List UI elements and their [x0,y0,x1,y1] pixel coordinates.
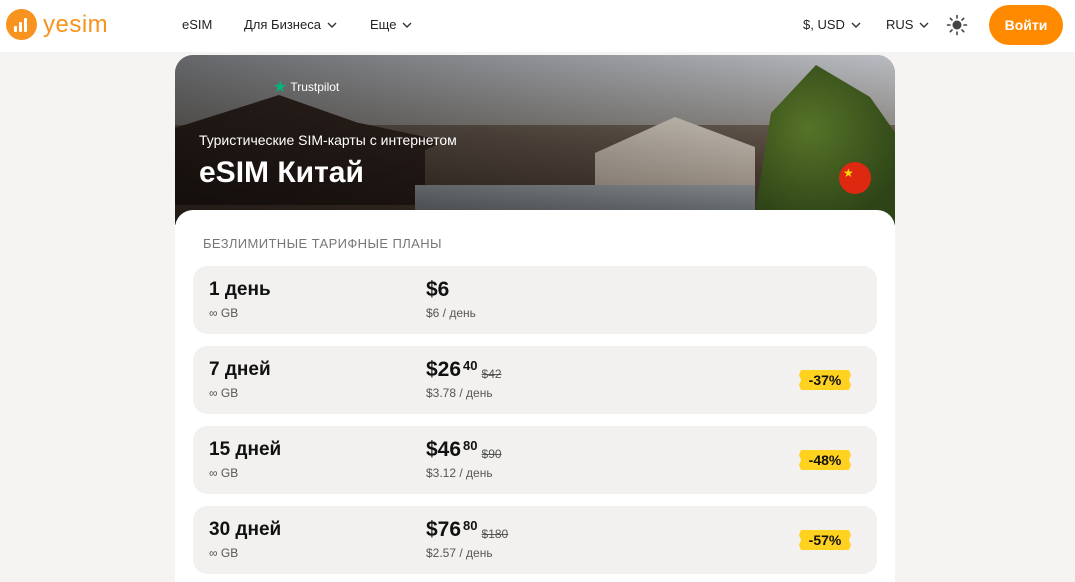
currency-selector[interactable]: $, USD [803,17,862,32]
yesim-logo[interactable]: yesim [6,9,108,40]
plan-data-amount: ∞ GB [209,466,239,480]
discount-badge: -48% [799,450,851,470]
theme-toggle-sun-icon[interactable] [946,14,968,36]
plan-name: 15 дней [209,439,282,460]
price-per-day: $3.78 / день [426,386,493,400]
price-per-day: $6 / день [426,306,476,320]
price-old: $90 [481,447,502,461]
chevron-down-icon [402,22,412,28]
plan-data-amount: ∞ GB [209,306,239,320]
chevron-down-icon [327,22,337,28]
price-per-day: $2.57 / день [426,546,493,560]
discount-badge: -37% [799,370,851,390]
logo-text: yesim [43,10,109,38]
price-cents: 80 [463,438,478,453]
price-main: $6 [426,278,450,301]
price-main: $46 [426,438,462,461]
plan-name: 1 день [209,279,271,300]
language-label: RUS [886,17,914,32]
logo-icon [6,9,37,40]
currency-label: $, USD [803,17,845,32]
plan-card-15-days[interactable]: 15 дней ∞ GB $46 80 $90 $3.12 / день -48… [193,426,877,494]
price-main: $76 [426,518,462,541]
chevron-down-icon [851,22,861,28]
trustpilot-label: Trustpilot [290,80,340,94]
nav-business[interactable]: Для Бизнеса [244,17,338,32]
plan-data-amount: ∞ GB [209,546,239,560]
page-title: eSIM Китай [199,156,364,189]
price-cents: 40 [463,358,478,373]
top-header: yesim eSIM Для Бизнеса Еще $, USD RUS Во… [0,0,1075,52]
language-selector[interactable]: RUS [886,17,930,32]
nav-business-label: Для Бизнеса [244,17,321,32]
plan-price: $46 80 $90 [426,438,502,462]
trustpilot-badge[interactable]: ★ Trustpilot [273,77,339,97]
plan-price: $26 40 $42 [426,358,502,382]
star-icon: ★ [273,79,288,96]
price-old: $180 [481,527,509,541]
price-old: $42 [481,367,502,381]
section-title: БЕЗЛИМИТНЫЕ ТАРИФНЫЕ ПЛАНЫ [203,236,442,251]
plan-data-amount: ∞ GB [209,386,239,400]
price-main: $26 [426,358,462,381]
plan-card-7-days[interactable]: 7 дней ∞ GB $26 40 $42 $3.78 / день -37% [193,346,877,414]
plan-price: $76 80 $180 [426,518,508,542]
nav-esim-label: eSIM [182,17,213,32]
plan-price: $6 [426,278,449,302]
price-cents: 80 [463,518,478,533]
hero-banner: ★ Trustpilot Туристические SIM-карты с и… [175,55,895,225]
plan-card-1-day[interactable]: 1 день ∞ GB $6 $6 / день [193,266,877,334]
login-button[interactable]: Войти [989,5,1063,45]
discount-badge: -57% [799,530,851,550]
plan-name: 30 дней [209,519,282,540]
plan-name: 7 дней [209,359,271,380]
nav-more-label: Еще [370,17,397,32]
plans-panel: БЕЗЛИМИТНЫЕ ТАРИФНЫЕ ПЛАНЫ 1 день ∞ GB $… [175,210,895,582]
price-per-day: $3.12 / день [426,466,493,480]
nav-more[interactable]: Еще [370,17,413,32]
china-flag-icon: ★ [839,162,871,194]
plan-card-30-days[interactable]: 30 дней ∞ GB $76 80 $180 $2.57 / день -5… [193,506,877,574]
nav-esim[interactable]: eSIM [182,17,212,32]
chevron-down-icon [919,22,929,28]
hero-subtitle: Туристические SIM-карты с интернетом [199,132,457,148]
